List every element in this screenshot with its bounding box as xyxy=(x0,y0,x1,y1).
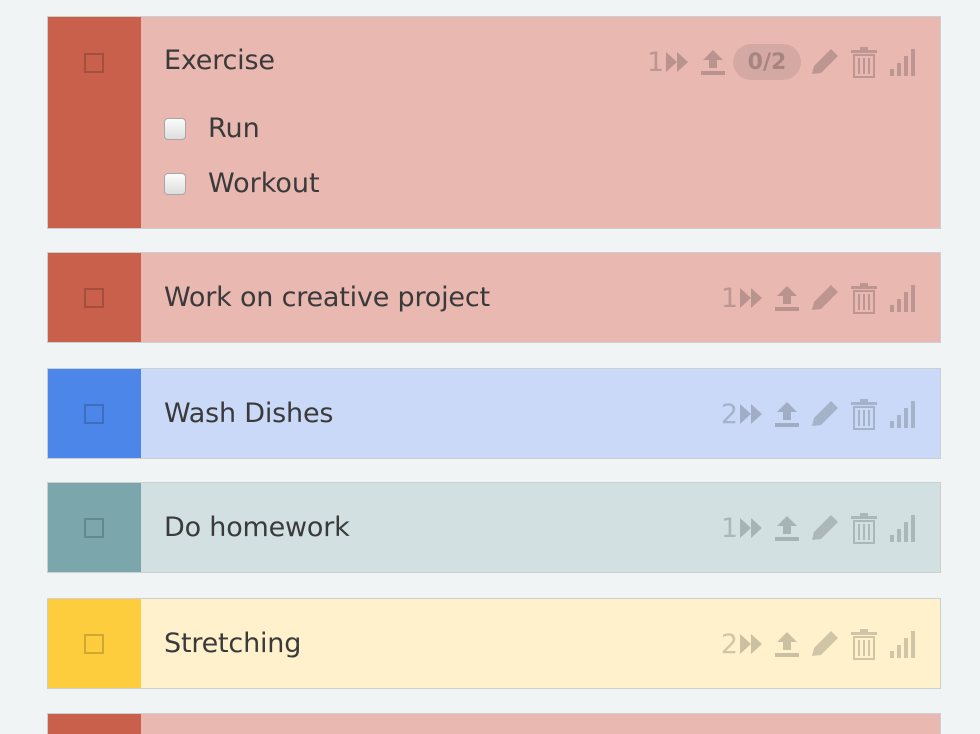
task-card xyxy=(47,713,941,734)
subtask-label: Run xyxy=(208,113,260,144)
fast-forward-icon[interactable] xyxy=(665,50,691,74)
task-color-strip xyxy=(48,599,141,688)
task-complete-checkbox[interactable] xyxy=(84,288,104,308)
task-color-strip xyxy=(48,369,141,458)
fast-forward-icon[interactable] xyxy=(739,402,765,426)
subtask-progress-badge[interactable]: 0/2 xyxy=(733,44,801,80)
task-count: 1 xyxy=(720,512,738,544)
task-body: Do homework 1 xyxy=(141,483,940,572)
signal-bars-icon[interactable] xyxy=(887,399,919,429)
upload-icon[interactable] xyxy=(773,630,801,658)
trash-icon[interactable] xyxy=(849,46,879,78)
upload-icon[interactable] xyxy=(773,400,801,428)
fast-forward-icon[interactable] xyxy=(739,516,765,540)
task-color-strip xyxy=(48,483,141,572)
trash-icon[interactable] xyxy=(849,398,879,430)
task-body: Work on creative project 1 xyxy=(141,253,940,342)
task-complete-checkbox[interactable] xyxy=(84,634,104,654)
pencil-icon[interactable] xyxy=(809,283,841,313)
task-color-strip xyxy=(48,17,141,228)
task-body xyxy=(141,714,940,734)
task-actions: 2 xyxy=(721,394,919,434)
task-actions: 1 0/2 xyxy=(647,42,919,82)
task-card: Do homework 1 xyxy=(47,482,941,573)
task-title[interactable]: Do homework xyxy=(164,512,350,543)
task-card: Stretching 2 xyxy=(47,598,941,689)
task-actions: 2 xyxy=(721,624,919,664)
upload-icon[interactable] xyxy=(773,284,801,312)
task-title[interactable]: Work on creative project xyxy=(164,282,490,313)
task-body: Exercise 1 0/2 Run Workout xyxy=(141,17,940,228)
task-count: 1 xyxy=(720,282,738,314)
fast-forward-icon[interactable] xyxy=(739,632,765,656)
task-actions: 1 xyxy=(721,508,919,548)
fast-forward-icon[interactable] xyxy=(739,286,765,310)
signal-bars-icon[interactable] xyxy=(887,513,919,543)
task-complete-checkbox[interactable] xyxy=(84,518,104,538)
task-card: Work on creative project 1 xyxy=(47,252,941,343)
signal-bars-icon[interactable] xyxy=(887,47,919,77)
pencil-icon[interactable] xyxy=(809,399,841,429)
task-complete-checkbox[interactable] xyxy=(84,404,104,424)
subtask-item: Run xyxy=(164,113,260,144)
task-complete-checkbox[interactable] xyxy=(84,53,104,73)
subtask-checkbox[interactable] xyxy=(164,172,186,195)
subtask-checkbox[interactable] xyxy=(164,117,186,140)
task-count: 1 xyxy=(646,46,664,78)
pencil-icon[interactable] xyxy=(809,47,841,77)
trash-icon[interactable] xyxy=(849,512,879,544)
task-title[interactable]: Stretching xyxy=(164,628,301,659)
task-body: Stretching 2 xyxy=(141,599,940,688)
upload-icon[interactable] xyxy=(699,48,727,76)
signal-bars-icon[interactable] xyxy=(887,629,919,659)
trash-icon[interactable] xyxy=(849,282,879,314)
task-card: Wash Dishes 2 xyxy=(47,368,941,459)
subtask-item: Workout xyxy=(164,168,320,199)
task-color-strip xyxy=(48,714,141,734)
task-card: Exercise 1 0/2 Run Workout xyxy=(47,16,941,229)
task-body: Wash Dishes 2 xyxy=(141,369,940,458)
task-title[interactable]: Wash Dishes xyxy=(164,398,333,429)
pencil-icon[interactable] xyxy=(809,629,841,659)
upload-icon[interactable] xyxy=(773,514,801,542)
trash-icon[interactable] xyxy=(849,628,879,660)
task-title[interactable]: Exercise xyxy=(164,45,275,76)
task-color-strip xyxy=(48,253,141,342)
subtask-label: Workout xyxy=(208,168,320,199)
task-count: 2 xyxy=(720,628,738,660)
signal-bars-icon[interactable] xyxy=(887,283,919,313)
task-actions: 1 xyxy=(721,278,919,318)
task-count: 2 xyxy=(720,398,738,430)
pencil-icon[interactable] xyxy=(809,513,841,543)
